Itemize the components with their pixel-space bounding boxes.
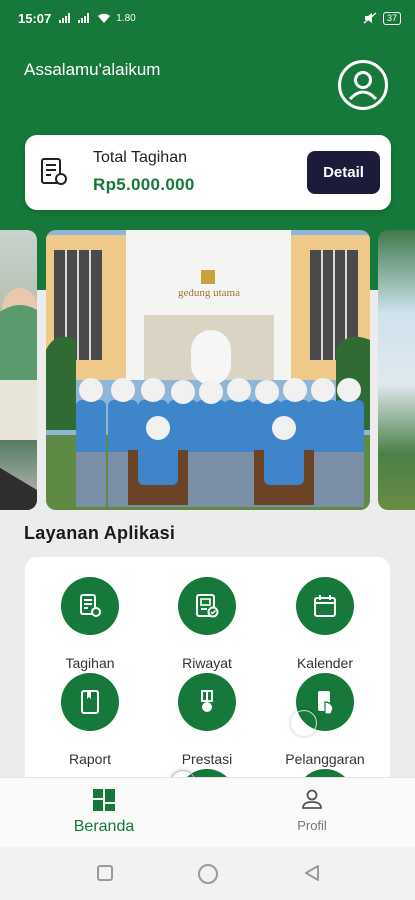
total-bill-card: Total Tagihan Rp5.000.000 Detail [25, 135, 391, 210]
carousel-slide-previous[interactable] [0, 230, 37, 510]
service-label: Tagihan [65, 655, 115, 671]
medal-icon [178, 673, 236, 731]
service-tagihan[interactable]: Tagihan [30, 577, 150, 671]
service-raport[interactable]: Raport [30, 673, 150, 767]
calendar-icon [296, 577, 354, 635]
battery-icon: 37 [382, 11, 401, 25]
service-prestasi[interactable]: Prestasi [147, 673, 267, 767]
carousel-slide-next[interactable] [378, 230, 415, 510]
service-label: Pelanggaran [285, 751, 365, 767]
services-section-title: Layanan Aplikasi [24, 523, 176, 543]
user-icon [348, 71, 378, 101]
services-grid: Tagihan Riwayat Kalender Raport Prestasi… [25, 557, 390, 797]
bill-amount: Rp5.000.000 [93, 175, 195, 194]
school-building-photo: gedung utama [46, 230, 370, 510]
system-navigation-bar [0, 847, 415, 900]
recents-icon[interactable] [95, 863, 115, 883]
students-photo-left [0, 288, 37, 510]
nav-beranda[interactable]: Beranda [64, 788, 144, 836]
report-book-icon [61, 673, 119, 731]
service-label: Kalender [296, 655, 354, 671]
person-icon [302, 789, 322, 809]
home-icon[interactable] [197, 863, 219, 885]
service-kalender[interactable]: Kalender [265, 577, 385, 671]
dashboard-icon [93, 789, 115, 811]
status-bar: 15:07 1.80 37 [0, 0, 415, 36]
banner-carousel[interactable]: gedung utama [0, 230, 415, 510]
signal-icons: 1.80 [59, 12, 136, 24]
wifi-icon [98, 13, 111, 23]
service-label: Riwayat [182, 655, 232, 671]
cell-signal-2-icon [78, 13, 90, 23]
detail-button[interactable]: Detail [307, 151, 380, 194]
service-label: Raport [68, 751, 112, 767]
service-riwayat[interactable]: Riwayat [147, 577, 267, 671]
invoice-icon [61, 577, 119, 635]
back-icon[interactable] [302, 863, 322, 883]
mute-icon [363, 12, 377, 24]
profile-avatar-button[interactable] [338, 60, 388, 110]
service-pelanggaran[interactable]: Pelanggaran [265, 673, 385, 767]
nav-profil-label: Profil [297, 818, 327, 833]
service-label: Prestasi [181, 751, 233, 767]
nav-profil[interactable]: Profil [272, 788, 352, 833]
cell-signal-icon [59, 13, 71, 23]
carousel-slide-school[interactable]: gedung utama [46, 230, 370, 510]
network-speed: 1.80 [116, 12, 136, 24]
building-sign-text: gedung utama [178, 287, 240, 299]
bill-title: Total Tagihan [93, 149, 187, 166]
bottom-navigation: Beranda Profil [0, 777, 415, 847]
nav-beranda-label: Beranda [73, 818, 135, 835]
status-time: 15:07 [18, 10, 52, 26]
greeting-text: Assalamu'alaikum [24, 60, 161, 79]
invoice-icon [41, 158, 67, 185]
history-icon [178, 577, 236, 635]
touch-indicator [291, 710, 317, 736]
